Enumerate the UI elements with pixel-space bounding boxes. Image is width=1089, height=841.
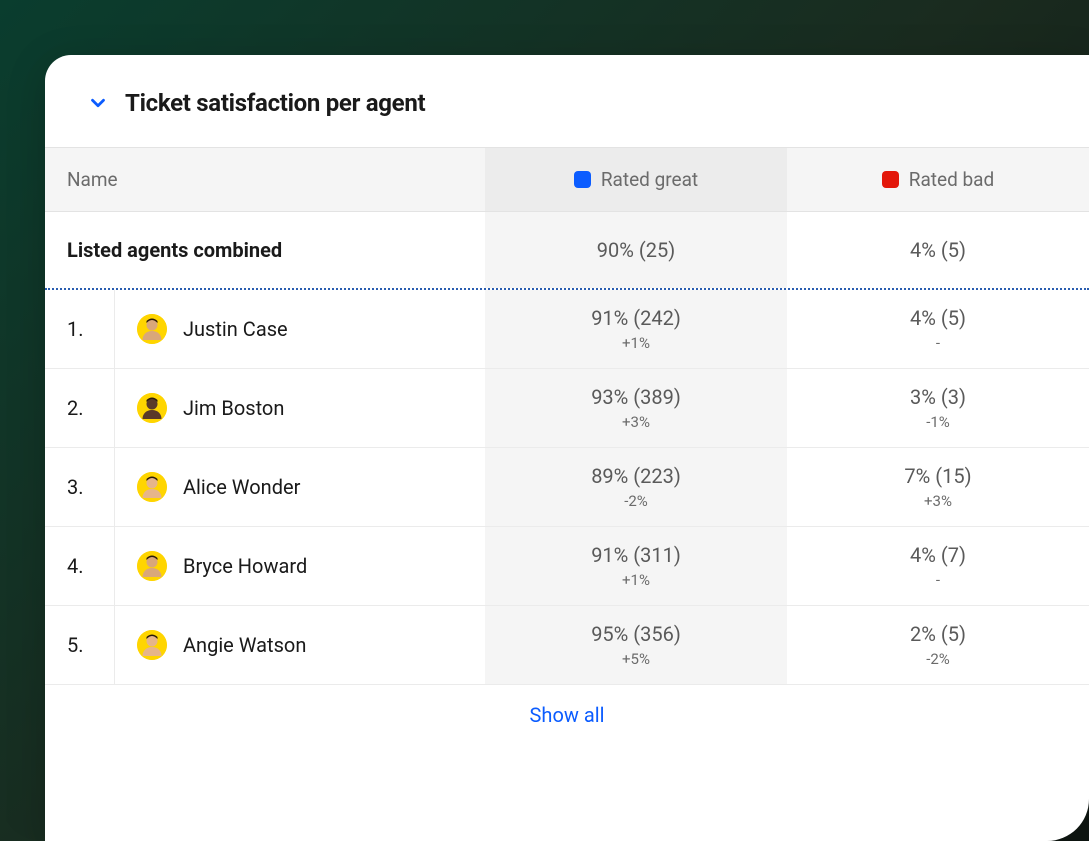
bad-indicator-icon [882, 171, 899, 188]
agent-great-cell: 93% (389) +3% [485, 369, 787, 447]
agent-name-cell: Jim Boston [115, 369, 485, 447]
agent-great-delta: +1% [622, 334, 650, 352]
agent-great-value: 89% (223) [591, 464, 681, 488]
table-header-row: Name Rated great Rated bad [45, 147, 1089, 212]
agent-name-label: Alice Wonder [183, 475, 300, 499]
agent-bad-cell: 7% (15) +3% [787, 448, 1089, 526]
agent-bad-delta: +3% [924, 492, 952, 510]
avatar [137, 314, 167, 344]
combined-label: Listed agents combined [45, 212, 485, 288]
agent-great-cell: 89% (223) -2% [485, 448, 787, 526]
agent-name-cell: Justin Case [115, 290, 485, 368]
agent-bad-value: 2% (5) [910, 622, 966, 646]
agent-name-label: Justin Case [183, 317, 288, 341]
agent-bad-cell: 2% (5) -2% [787, 606, 1089, 684]
agent-great-delta: +1% [622, 571, 650, 589]
agent-great-delta: +5% [622, 650, 650, 668]
avatar [137, 472, 167, 502]
agents-list: 1. Justin Case 91% (242) +1% 4% (5) - 2. Jim … [45, 290, 1089, 685]
combined-great-value: 90% (25) [485, 212, 787, 288]
agent-bad-delta: - [936, 571, 940, 589]
table-row[interactable]: 1. Justin Case 91% (242) +1% 4% (5) - [45, 290, 1089, 369]
agent-bad-cell: 4% (5) - [787, 290, 1089, 368]
app-background: Ticket satisfaction per agent Name Rated… [0, 0, 1089, 841]
agent-great-delta: -2% [624, 492, 648, 510]
table-row[interactable]: 2. Jim Boston 93% (389) +3% 3% (3) -1% [45, 369, 1089, 448]
great-indicator-icon [574, 171, 591, 188]
table-row[interactable]: 5. Angie Watson 95% (356) +5% 2% (5) -2% [45, 606, 1089, 685]
chevron-down-icon[interactable] [85, 90, 111, 116]
agent-name-label: Bryce Howard [183, 554, 307, 578]
combined-bad-value: 4% (5) [787, 212, 1089, 288]
agent-bad-value: 4% (5) [910, 306, 966, 330]
agent-great-delta: +3% [622, 413, 650, 431]
table-row[interactable]: 3. Alice Wonder 89% (223) -2% 7% (15) +3% [45, 448, 1089, 527]
agent-name-cell: Alice Wonder [115, 448, 485, 526]
avatar [137, 630, 167, 660]
agent-rank: 5. [45, 606, 115, 684]
agent-bad-delta: -2% [926, 650, 950, 668]
show-all-button[interactable]: Show all [530, 703, 605, 727]
agent-great-value: 91% (242) [591, 306, 681, 330]
table-row[interactable]: 4. Bryce Howard 91% (311) +1% 4% (7) - [45, 527, 1089, 606]
card-title: Ticket satisfaction per agent [125, 89, 425, 117]
column-header-bad[interactable]: Rated bad [787, 148, 1089, 211]
agent-rank: 4. [45, 527, 115, 605]
column-header-bad-label: Rated bad [909, 168, 994, 191]
agent-great-cell: 91% (242) +1% [485, 290, 787, 368]
agent-bad-cell: 4% (7) - [787, 527, 1089, 605]
column-header-name[interactable]: Name [45, 148, 485, 211]
avatar [137, 551, 167, 581]
agent-bad-value: 3% (3) [910, 385, 966, 409]
card-footer: Show all [45, 685, 1089, 745]
agent-rank: 1. [45, 290, 115, 368]
agent-bad-value: 4% (7) [910, 543, 966, 567]
agent-great-value: 93% (389) [591, 385, 681, 409]
agent-bad-delta: -1% [926, 413, 950, 431]
agent-name-cell: Angie Watson [115, 606, 485, 684]
agent-great-cell: 95% (356) +5% [485, 606, 787, 684]
agent-rank: 2. [45, 369, 115, 447]
column-header-great-label: Rated great [601, 168, 698, 191]
agent-great-value: 91% (311) [591, 543, 681, 567]
agent-bad-delta: - [936, 334, 940, 352]
combined-agents-row: Listed agents combined 90% (25) 4% (5) [45, 212, 1089, 290]
column-header-great[interactable]: Rated great [485, 148, 787, 211]
agent-bad-cell: 3% (3) -1% [787, 369, 1089, 447]
card-header: Ticket satisfaction per agent [45, 55, 1089, 147]
agent-name-label: Jim Boston [183, 396, 284, 420]
agent-name-label: Angie Watson [183, 633, 306, 657]
satisfaction-card: Ticket satisfaction per agent Name Rated… [45, 55, 1089, 841]
agent-great-cell: 91% (311) +1% [485, 527, 787, 605]
avatar [137, 393, 167, 423]
agent-bad-value: 7% (15) [904, 464, 971, 488]
agent-great-value: 95% (356) [591, 622, 681, 646]
agent-name-cell: Bryce Howard [115, 527, 485, 605]
agent-rank: 3. [45, 448, 115, 526]
